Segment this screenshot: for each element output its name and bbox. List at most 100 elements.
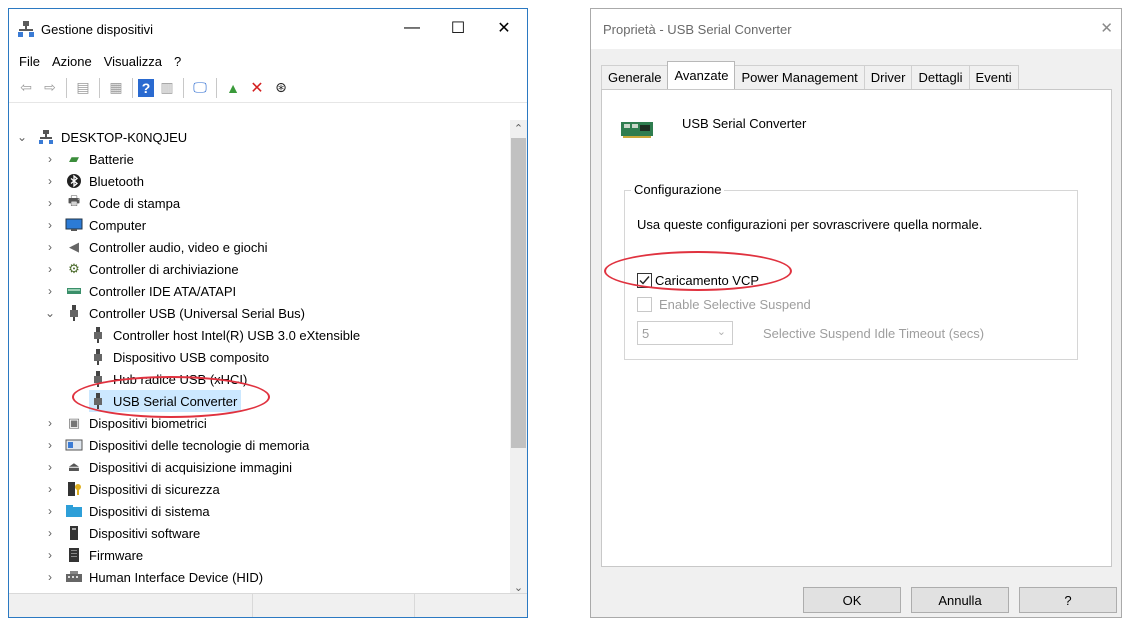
tree-item-acquisizione[interactable]: › ⏏ Dispositivi di acquisizione immagini — [43, 456, 292, 478]
chevron-right-icon[interactable]: › — [43, 196, 57, 210]
tree-item-audio[interactable]: › ◀ Controller audio, video e giochi — [43, 236, 268, 258]
printer-icon: 🖶 — [67, 193, 81, 208]
ide-icon — [65, 283, 83, 299]
computer-network-icon — [37, 129, 55, 145]
tree-item-software[interactable]: › Dispositivi software — [43, 522, 200, 544]
help-book-icon[interactable]: ? — [138, 78, 154, 97]
tree-item-ide[interactable]: › Controller IDE ATA/ATAPI — [43, 280, 236, 302]
monitor-scan-icon[interactable]: 🖵 — [189, 77, 211, 99]
chevron-down-icon: ⌄ — [716, 326, 726, 338]
chevron-right-icon[interactable]: › — [43, 438, 57, 452]
timeout-select[interactable]: 5 ⌄ — [637, 321, 733, 345]
tree-item-computer[interactable]: › Computer — [43, 214, 146, 236]
chevron-right-icon[interactable]: › — [43, 240, 57, 254]
fingerprint-icon: ▣ — [67, 415, 81, 430]
chevron-right-icon[interactable]: › — [43, 460, 57, 474]
chevron-down-icon[interactable]: ⌄ — [15, 130, 29, 144]
menu-action[interactable]: Azione — [46, 54, 98, 69]
chevron-right-icon[interactable]: › — [43, 504, 57, 518]
usb-plug-icon — [89, 349, 107, 365]
tree-item-label: Firmware — [89, 547, 144, 563]
timeout-value: 5 — [642, 325, 650, 341]
chevron-right-icon[interactable]: › — [43, 526, 57, 540]
list-view-icon[interactable]: ▥ — [156, 77, 178, 99]
device-name: USB Serial Converter — [682, 116, 807, 131]
tree-item-label: Dispositivi di sicurezza — [89, 481, 220, 497]
tree-item-hid[interactable]: › Human Interface Device (HID) — [43, 566, 263, 588]
tree-item-memoria[interactable]: › Dispositivi delle tecnologie di memori… — [43, 434, 309, 456]
chevron-right-icon[interactable]: › — [43, 570, 57, 584]
tab-avanzate[interactable]: Avanzate — [667, 61, 736, 89]
tree-item-label: Human Interface Device (HID) — [89, 569, 264, 585]
scroll-up-icon[interactable]: ⌃ — [510, 120, 527, 137]
update-window-icon[interactable]: ▦ — [105, 77, 127, 99]
tree-root[interactable]: ⌄ DESKTOP-K0NQJEU — [15, 126, 187, 148]
tree-item-label: Batterie — [89, 151, 134, 167]
tree-item-label: Dispositivo USB composito — [113, 349, 270, 365]
chevron-right-icon[interactable]: › — [43, 262, 57, 276]
back-arrow-icon[interactable]: ⇦ — [15, 77, 37, 99]
minimize-button[interactable]: — — [389, 9, 435, 47]
uninstall-icon[interactable]: ✕ — [246, 77, 268, 99]
vcp-checkbox-row[interactable]: Caricamento VCP — [637, 273, 759, 288]
tree-item-sicurezza[interactable]: › Dispositivi di sicurezza — [43, 478, 220, 500]
firmware-icon — [65, 547, 83, 563]
add-driver-icon[interactable]: ▲ — [222, 77, 244, 99]
close-button[interactable]: ✕ — [481, 9, 527, 47]
vcp-checkbox[interactable] — [637, 273, 652, 288]
tree-item-firmware[interactable]: › Firmware — [43, 544, 143, 566]
tree-item-usb-composite[interactable]: Dispositivo USB composito — [89, 346, 269, 368]
cancel-button[interactable]: Annulla — [911, 587, 1009, 613]
system-folder-icon — [65, 503, 83, 519]
chevron-right-icon[interactable]: › — [43, 416, 57, 430]
help-button[interactable]: ? — [1019, 587, 1117, 613]
tab-dettagli[interactable]: Dettagli — [911, 65, 970, 89]
scroll-thumb[interactable] — [511, 138, 526, 448]
tree-item-intel-usb3-host[interactable]: Controller host Intel(R) USB 3.0 eXtensi… — [89, 324, 360, 346]
chevron-right-icon[interactable]: › — [43, 548, 57, 562]
menu-view[interactable]: Visualizza — [98, 54, 168, 69]
title-bar[interactable]: Gestione dispositivi — ☐ ✕ — [9, 9, 527, 49]
tree-item-biometrici[interactable]: › ▣ Dispositivi biometrici — [43, 412, 207, 434]
chevron-right-icon[interactable]: › — [43, 152, 57, 166]
tree-item-label: Bluetooth — [89, 173, 144, 189]
tab-power-management[interactable]: Power Management — [734, 65, 865, 89]
software-device-icon — [65, 525, 83, 541]
dialog-title-bar[interactable]: Proprietà - USB Serial Converter ✕ — [591, 9, 1121, 49]
menu-bar: File Azione Visualizza ? — [9, 49, 527, 73]
close-icon[interactable]: ✕ — [1100, 19, 1113, 37]
menu-file[interactable]: File — [13, 54, 46, 69]
tab-eventi[interactable]: Eventi — [968, 65, 1019, 89]
chevron-right-icon[interactable]: › — [43, 284, 57, 298]
tab-driver[interactable]: Driver — [863, 65, 913, 89]
tree-item-label: Dispositivi biometrici — [89, 415, 207, 431]
battery-icon: ▰ — [69, 151, 79, 166]
tree-item-bluetooth[interactable]: › Bluetooth — [43, 170, 144, 192]
device-manager-app-icon — [18, 21, 34, 37]
selective-suspend-checkbox[interactable] — [637, 297, 652, 312]
menu-help[interactable]: ? — [168, 54, 187, 69]
chevron-right-icon[interactable]: › — [43, 174, 57, 188]
maximize-button[interactable]: ☐ — [435, 9, 481, 47]
download-icon[interactable]: ⊛ — [270, 77, 292, 99]
chevron-right-icon[interactable]: › — [43, 218, 57, 232]
tree-item-usb-serial-converter[interactable]: USB Serial Converter — [89, 390, 242, 412]
tree-item-sistema[interactable]: › Dispositivi di sistema — [43, 500, 210, 522]
ok-button[interactable]: OK — [803, 587, 901, 613]
tree-item-code-di-stampa[interactable]: › 🖶 Code di stampa — [43, 192, 180, 214]
tree-item-usb-controllers[interactable]: ⌄ Controller USB (Universal Serial Bus) — [43, 302, 305, 324]
forward-arrow-icon[interactable]: ⇨ — [39, 77, 61, 99]
properties-window-icon[interactable]: ▤ — [72, 77, 94, 99]
selective-suspend-row[interactable]: Enable Selective Suspend — [637, 297, 811, 312]
chevron-right-icon[interactable]: › — [43, 482, 57, 496]
tree-item-usb-root-hub[interactable]: Hub radice USB (xHCI) — [89, 368, 247, 390]
toolbar-separator — [132, 77, 133, 98]
tab-generale[interactable]: Generale — [601, 65, 669, 89]
status-cell — [253, 594, 415, 617]
tree-item-archiviazione[interactable]: › ⚙ Controller di archiviazione — [43, 258, 239, 280]
tree-item-batterie[interactable]: › ▰ Batterie — [43, 148, 134, 170]
tree-item-label: Dispositivi di acquisizione immagini — [89, 459, 293, 475]
tree-root-label: DESKTOP-K0NQJEU — [61, 129, 188, 145]
chevron-down-icon[interactable]: ⌄ — [43, 306, 57, 320]
vertical-scrollbar[interactable]: ⌃ ⌄ — [510, 120, 527, 596]
